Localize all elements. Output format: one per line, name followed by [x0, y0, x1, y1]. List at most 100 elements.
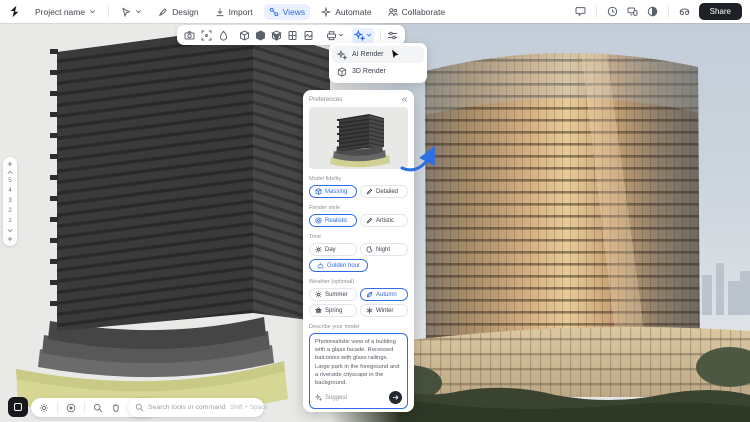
collapse-panel-icon[interactable]: [401, 96, 408, 103]
share-button[interactable]: Share: [699, 3, 742, 20]
section-label-time: Time: [309, 234, 408, 240]
option-massing[interactable]: Massing: [309, 185, 357, 198]
section-label-render-style: Render style: [309, 205, 408, 211]
floor-number[interactable]: 5: [8, 178, 11, 185]
devices-icon[interactable]: [627, 6, 638, 17]
sun-icon: [315, 291, 322, 298]
prompt-box: Photorealistic view of a building with a…: [309, 333, 408, 409]
topbar-right: Share: [575, 3, 742, 20]
import-icon: [215, 7, 225, 17]
ai-sparkle-icon: [337, 50, 347, 60]
generate-button[interactable]: [389, 391, 402, 404]
menu-collaborate[interactable]: Collaborate: [383, 4, 450, 20]
cube-icon: [337, 67, 347, 77]
option-detailed[interactable]: Detailed: [360, 185, 408, 198]
material-droplet-icon[interactable]: [218, 30, 229, 41]
view-settings-icon[interactable]: [387, 30, 398, 41]
menu-automate[interactable]: Automate: [316, 4, 376, 20]
suggest-button[interactable]: Suggest: [315, 394, 347, 401]
menu-automate-label: Automate: [335, 7, 371, 17]
option-day[interactable]: Day: [309, 243, 357, 256]
render-menu-button[interactable]: [352, 28, 374, 43]
view-toolbar: [177, 25, 405, 45]
option-autumn[interactable]: Autumn: [360, 288, 408, 301]
view-mode-shaded-icon[interactable]: [271, 30, 282, 41]
perspective-toggle-icon[interactable]: [66, 403, 76, 413]
search-icon: [135, 403, 144, 412]
chevron-down-icon: [135, 8, 142, 15]
floor-number[interactable]: 2: [8, 208, 11, 215]
menu-design[interactable]: Design: [153, 4, 203, 20]
export-menu-button[interactable]: [324, 28, 346, 43]
snowflake-icon: [366, 307, 373, 314]
menu-item-ai-render[interactable]: AI Render: [332, 46, 424, 63]
view-mode-textured-icon[interactable]: [287, 30, 298, 41]
chevron-down-icon: [366, 32, 372, 38]
option-night[interactable]: Night: [360, 243, 408, 256]
flower-icon: [315, 307, 322, 314]
menu-import[interactable]: Import: [210, 4, 258, 20]
topbar-divider: [668, 6, 669, 18]
toolbar-divider: [380, 30, 381, 41]
option-label: Winter: [376, 308, 393, 314]
floor-number[interactable]: 1: [8, 218, 11, 225]
menu-views[interactable]: Views: [264, 4, 311, 20]
settings-gear-icon[interactable]: [39, 403, 49, 413]
topbar-divider: [108, 6, 109, 18]
floor-number[interactable]: 4: [8, 188, 11, 195]
canvas-area: AI Render 3D Render 5 4 3 2 1 Preference…: [0, 23, 750, 422]
pan-hand-icon[interactable]: [111, 403, 121, 413]
theme-contrast-icon[interactable]: [647, 6, 658, 17]
project-name-menu[interactable]: Project name: [30, 4, 101, 20]
add-floor-bottom-icon[interactable]: [7, 236, 13, 242]
option-summer[interactable]: Summer: [309, 288, 357, 301]
camera-icon[interactable]: [184, 30, 195, 41]
view-mode-wireframe-icon[interactable]: [239, 30, 250, 41]
printer-icon: [326, 30, 337, 41]
render-flow-arrow: [398, 145, 440, 177]
views-icon: [269, 7, 279, 17]
chevron-down-icon: [338, 32, 344, 38]
model-thumbnail: [309, 107, 408, 169]
comments-icon[interactable]: [575, 6, 586, 17]
add-floor-top-icon[interactable]: [7, 161, 13, 167]
search-input[interactable]: [148, 404, 226, 411]
app-logo-icon[interactable]: [8, 5, 21, 18]
view-mode-rendered-icon[interactable]: [303, 30, 314, 41]
chevron-down-icon[interactable]: [7, 228, 13, 233]
view-mode-solid-icon[interactable]: [255, 30, 266, 41]
section-label-weather: Weather (optional): [309, 279, 408, 285]
arrow-right-icon: [392, 394, 399, 401]
topbar-divider: [596, 6, 597, 18]
canvas-style-icon: [14, 403, 22, 411]
suggest-sparkle-icon: [315, 394, 322, 401]
option-spring[interactable]: Spring: [309, 304, 357, 317]
sun-icon: [315, 246, 322, 253]
render-dropdown-menu: AI Render 3D Render: [329, 43, 427, 83]
topbar: Project name Design Import Views Automat…: [0, 0, 750, 23]
option-artistic[interactable]: Artistic: [360, 214, 408, 227]
floor-number[interactable]: 3: [8, 198, 11, 205]
chevron-up-icon[interactable]: [7, 170, 13, 175]
option-label: Spring: [325, 308, 342, 314]
frame-capture-icon[interactable]: [201, 30, 212, 41]
option-golden-hour[interactable]: Golden hour: [309, 259, 368, 272]
option-label: Artistic: [376, 218, 394, 224]
headset-icon[interactable]: [679, 6, 690, 17]
history-icon[interactable]: [607, 6, 618, 17]
command-search[interactable]: Shift + Space: [128, 398, 264, 417]
describe-input[interactable]: Photorealistic view of a building with a…: [315, 338, 402, 387]
ai-sparkle-icon: [354, 30, 365, 41]
option-label: Night: [376, 247, 390, 253]
option-label: Summer: [325, 292, 348, 298]
menu-item-3d-render[interactable]: 3D Render: [332, 63, 424, 80]
option-realistic[interactable]: Realistic: [309, 214, 357, 227]
menu-design-label: Design: [172, 7, 198, 17]
canvas-style-button[interactable]: [8, 397, 28, 417]
select-tool-dropdown[interactable]: [116, 4, 147, 20]
option-winter[interactable]: Winter: [360, 304, 408, 317]
floor-selector: 5 4 3 2 1: [3, 157, 17, 246]
zoom-tool-icon[interactable]: [93, 403, 103, 413]
option-label: Detailed: [376, 189, 398, 195]
massing-model[interactable]: [0, 23, 345, 422]
